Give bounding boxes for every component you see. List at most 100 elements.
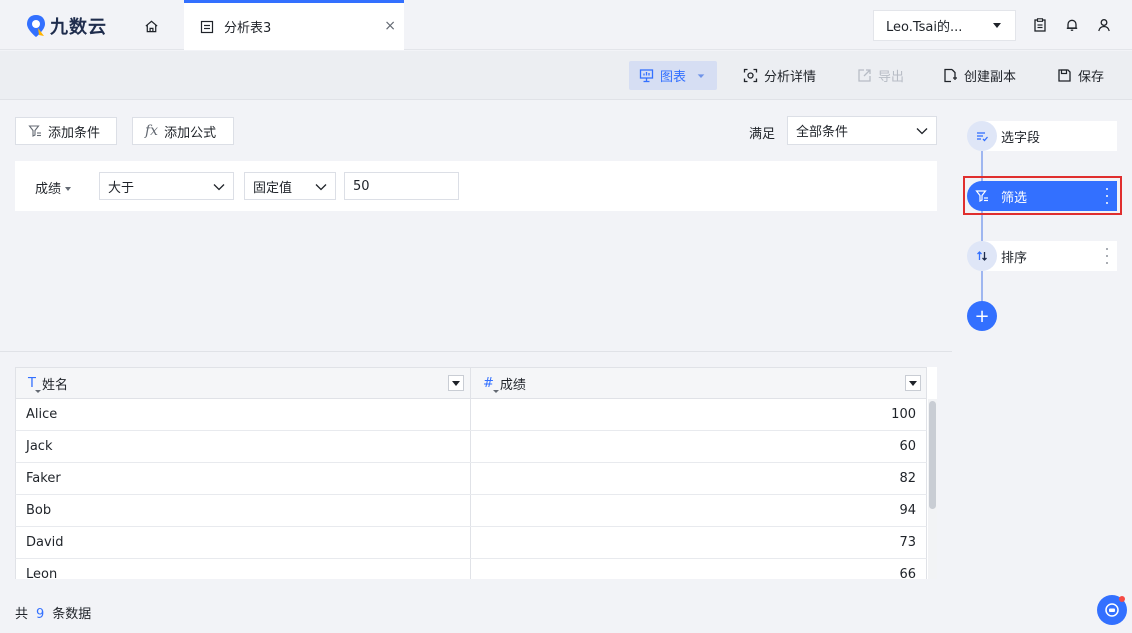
satisfy-label: 满足: [749, 127, 776, 142]
user-icon: [1098, 19, 1110, 32]
save-label: 保存: [1078, 70, 1105, 85]
document-icon: [200, 20, 214, 33]
export-button[interactable]: 导出: [851, 61, 910, 90]
table-row[interactable]: David 73: [15, 527, 927, 559]
cell-score: 66: [899, 567, 916, 579]
table-row[interactable]: Leon 66: [15, 559, 927, 579]
logo-text: 九数云: [50, 17, 107, 38]
plus-icon: +: [974, 305, 990, 327]
table-row[interactable]: Bob 94: [15, 495, 927, 527]
user-dropdown[interactable]: Leo.Tsai的...: [873, 10, 1016, 41]
export-icon: [858, 69, 871, 82]
column-label: 成绩: [499, 377, 526, 393]
export-label: 导出: [878, 70, 905, 85]
condition-field: 成绩: [35, 182, 62, 197]
column-menu-button[interactable]: [905, 375, 921, 391]
filter-main-area: 添加条件 fx 添加公式 满足 全部条件 成绩 大于 固定值 50 T 姓名 #…: [0, 101, 952, 633]
data-table: T 姓名 # 成绩 Alice 100 Jack 60 Faker 82 Bob…: [15, 367, 937, 579]
row-count: 共 9 条数据: [15, 603, 91, 622]
more-icon[interactable]: [1105, 248, 1109, 264]
cell-name: Alice: [16, 399, 471, 430]
condition-field-dropdown[interactable]: 成绩: [35, 178, 72, 197]
save-icon: [1058, 69, 1071, 82]
home-icon: [144, 20, 158, 32]
cell-score: 60: [899, 439, 916, 454]
save-button[interactable]: 保存: [1051, 61, 1110, 90]
tab-label: 分析表3: [224, 21, 272, 36]
table-row[interactable]: Alice 100: [15, 399, 927, 431]
select-fields-icon: [967, 121, 997, 151]
chart-icon: [639, 69, 654, 83]
create-copy-label: 创建副本: [964, 70, 1017, 85]
operator-select[interactable]: 大于: [99, 172, 234, 200]
number-type-icon: #: [483, 376, 499, 393]
steps-connector: [981, 135, 983, 315]
caret-down-icon: [697, 73, 705, 78]
table-row[interactable]: Faker 82: [15, 463, 927, 495]
copy-icon: [944, 68, 957, 83]
text-type-icon: T: [28, 376, 41, 393]
chart-button[interactable]: 图表: [629, 61, 717, 90]
fx-icon: fx: [145, 123, 159, 139]
help-chat-button[interactable]: [1097, 595, 1127, 625]
scrollbar-thumb[interactable]: [929, 401, 936, 509]
table-header: T 姓名 # 成绩: [15, 367, 927, 399]
satisfy-value: 全部条件: [796, 125, 849, 140]
user-profile-button[interactable]: [1095, 16, 1113, 34]
toolbar: 图表 分析详情 导出 创建副本 保存: [0, 51, 1132, 100]
cell-name: Jack: [16, 431, 471, 462]
column-header-score[interactable]: # 成绩: [471, 368, 927, 398]
step-label: 选字段: [1001, 130, 1041, 146]
condition-value: 50: [353, 178, 370, 194]
step-select-fields[interactable]: 选字段: [967, 121, 1117, 151]
create-copy-button[interactable]: 创建副本: [937, 61, 1022, 90]
caret-down-icon: [909, 380, 917, 386]
tab-analysis-sheet[interactable]: 分析表3 ×: [184, 0, 404, 50]
condition-value-input[interactable]: 50: [344, 172, 459, 200]
step-card: 排序: [981, 241, 1117, 271]
column-header-name[interactable]: T 姓名: [16, 368, 471, 398]
app-logo[interactable]: 九数云: [26, 13, 107, 39]
add-formula-button[interactable]: fx 添加公式: [132, 117, 234, 145]
chat-icon: [1105, 603, 1119, 617]
cell-score: 94: [899, 503, 916, 518]
section-divider: [0, 351, 952, 352]
clipboard-button[interactable]: [1031, 16, 1049, 34]
caret-down-icon: [452, 380, 460, 386]
column-menu-button[interactable]: [448, 375, 464, 391]
table-row[interactable]: Jack 60: [15, 431, 927, 463]
chart-label: 图表: [660, 70, 687, 85]
user-name: Leo.Tsai的...: [886, 20, 963, 35]
value-type-select[interactable]: 固定值: [244, 172, 336, 200]
add-step-button[interactable]: +: [967, 301, 997, 331]
cell-score: 73: [899, 535, 916, 550]
chevron-down-icon: [213, 184, 225, 191]
bell-icon: [1066, 19, 1078, 31]
filter-icon: [967, 181, 997, 211]
add-condition-label: 添加条件: [48, 125, 101, 141]
analysis-detail-label: 分析详情: [764, 70, 817, 85]
chevron-down-icon: [315, 184, 327, 191]
column-label: 姓名: [41, 377, 68, 393]
logo-icon: [27, 15, 45, 37]
cell-name: David: [16, 527, 471, 558]
analysis-detail-button[interactable]: 分析详情: [737, 61, 822, 90]
sort-icon: [967, 241, 997, 271]
table-scrollbar[interactable]: [928, 399, 937, 579]
step-sort[interactable]: 排序: [967, 241, 1117, 271]
close-icon[interactable]: ×: [384, 18, 396, 34]
step-card: 选字段: [981, 121, 1117, 151]
home-button[interactable]: [140, 15, 162, 37]
satisfy-select[interactable]: 全部条件: [787, 116, 937, 145]
notification-button[interactable]: [1063, 16, 1081, 34]
operator-value: 大于: [108, 180, 135, 196]
row-count-suffix: 条数据: [52, 607, 92, 622]
caret-down-icon: [993, 23, 1001, 28]
table-body: Alice 100 Jack 60 Faker 82 Bob 94 David …: [15, 399, 927, 579]
notification-dot: [1119, 596, 1125, 602]
add-condition-button[interactable]: 添加条件: [15, 117, 117, 145]
add-formula-label: 添加公式: [164, 125, 217, 141]
row-count-value: 9: [36, 607, 45, 622]
step-label: 排序: [1001, 250, 1028, 266]
cell-name: Leon: [16, 559, 471, 579]
